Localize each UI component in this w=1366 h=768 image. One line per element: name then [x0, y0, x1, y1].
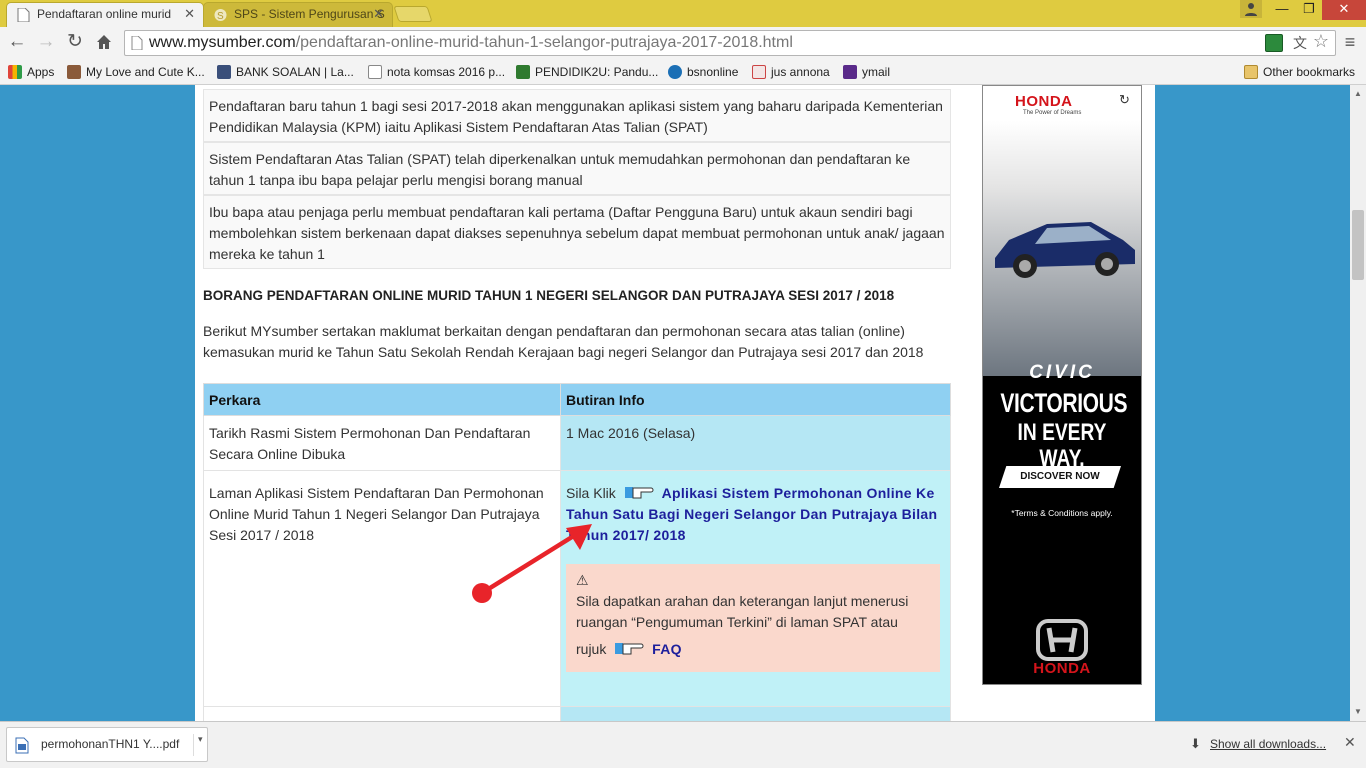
bookmark-item[interactable]: PENDIDIK2U: Pandu... — [516, 64, 658, 80]
close-download-bar-icon[interactable]: ✕ — [1344, 734, 1356, 751]
notice-text: Sila dapatkan arahan dan keterangan lanj… — [576, 593, 909, 630]
table-row: Tarikh Rasmi Sistem Permohonan Dan Penda… — [203, 415, 951, 471]
ad-model: CIVIC — [1029, 362, 1095, 383]
ad-brand-logo: HONDA — [1015, 93, 1073, 110]
page-icon — [368, 65, 382, 79]
page-icon — [131, 36, 143, 50]
ribbon-icon — [752, 65, 766, 79]
bookmark-apps[interactable]: Apps — [8, 64, 54, 80]
download-filename: permohonanTHN1 Y....pdf — [41, 737, 180, 751]
perkara-cell: Tarikh Rasmi Sistem Permohonan Dan Penda… — [203, 415, 561, 471]
info-table: Perkara Butiran Info Tarikh Rasmi Sistem… — [203, 383, 951, 737]
column-header: Butiran Info — [560, 383, 951, 416]
tab-label: SPS - Sistem Pengurusan S — [234, 7, 385, 21]
warning-icon: ⚠ — [576, 572, 589, 588]
menu-icon[interactable]: ≡ — [1342, 33, 1358, 51]
mail-icon — [843, 65, 857, 79]
honda-h-logo-icon — [1036, 619, 1088, 661]
discover-now-button[interactable]: DISCOVER NOW — [999, 466, 1121, 488]
rujuk-text: rujuk — [576, 641, 607, 657]
close-window-button[interactable]: ✕ — [1322, 0, 1366, 20]
table-row: Laman Aplikasi Sistem Pendaftaran Dan Pe… — [203, 470, 951, 707]
download-item[interactable]: permohonanTHN1 Y....pdf ▾ — [6, 727, 208, 762]
download-arrow-icon: ⬇ — [1190, 736, 1201, 751]
svg-text:S: S — [217, 11, 224, 22]
download-bar: permohonanTHN1 Y....pdf ▾ ⬇ Show all dow… — [0, 721, 1366, 768]
browser-toolbar: ← → ↻ www.mysumber.com/pendaftaran-onlin… — [0, 27, 1366, 59]
tab-label: Pendaftaran online murid — [37, 7, 172, 21]
faq-link[interactable]: FAQ — [652, 641, 682, 657]
site-icon — [516, 65, 530, 79]
replay-icon[interactable]: ↻ — [1119, 92, 1130, 108]
back-icon[interactable]: ← — [6, 31, 28, 53]
ad-terms: *Terms & Conditions apply. — [1011, 508, 1113, 518]
address-bar[interactable]: www.mysumber.com/pendaftaran-online-muri… — [124, 30, 1336, 56]
tab-active[interactable]: Pendaftaran online murid ✕ — [6, 2, 204, 27]
ad-tagline: The Power of Dreams — [1023, 110, 1082, 116]
table-header-row: Perkara Butiran Info — [203, 383, 951, 416]
translate-icon[interactable]: 文 — [1293, 33, 1307, 53]
pointing-hand-icon — [624, 487, 654, 499]
info-row: Pendaftaran baru tahun 1 bagi sesi 2017-… — [203, 89, 951, 142]
photo-icon — [67, 65, 81, 79]
bookmark-item[interactable]: nota komsas 2016 p... — [368, 64, 505, 80]
ad-brand-logo: HONDA — [1033, 660, 1091, 677]
minimize-button[interactable]: — — [1268, 0, 1296, 20]
new-tab-button[interactable] — [393, 6, 433, 22]
bookmark-star-icon[interactable]: ☆ — [1313, 31, 1329, 52]
car-image — [995, 222, 1135, 278]
info-cell: Sila Klik Aplikasi Sistem Permohonan Onl… — [560, 470, 951, 707]
browser-titlebar: Pendaftaran online murid ✕ S SPS - Siste… — [0, 0, 1366, 27]
forward-icon[interactable]: → — [35, 31, 57, 53]
other-bookmarks[interactable]: Other bookmarks — [1244, 64, 1355, 80]
url-text[interactable]: www.mysumber.com/pendaftaran-online-muri… — [149, 31, 793, 55]
avatar-icon — [217, 65, 231, 79]
ad-headline: VICTORIOUS — [1000, 388, 1128, 418]
reload-icon[interactable]: ↻ — [64, 31, 86, 53]
scrollbar-thumb[interactable] — [1352, 210, 1364, 280]
home-icon[interactable] — [93, 31, 115, 53]
bookmark-item[interactable]: ymail — [843, 64, 890, 80]
scrollbar[interactable]: ▲ ▼ — [1350, 85, 1366, 721]
notice-box: ⚠ Sila dapatkan arahan dan keterangan la… — [566, 564, 940, 672]
pointing-hand-icon — [615, 643, 644, 655]
ad-headline: IN EVERY WAY. — [1017, 419, 1107, 472]
honda-advertisement[interactable]: HONDA The Power of Dreams ↻ CIVIC VICTOR… — [982, 85, 1142, 685]
extension-icon[interactable] — [1265, 34, 1283, 52]
download-menu-icon[interactable]: ▾ — [193, 734, 203, 756]
scroll-up-icon[interactable]: ▲ — [1354, 89, 1362, 98]
file-icon — [15, 737, 29, 754]
apps-grid-icon — [8, 65, 22, 79]
tab-close-icon[interactable]: ✕ — [373, 3, 384, 25]
bookmark-item[interactable]: My Love and Cute K... — [67, 64, 205, 80]
tab-close-icon[interactable]: ✕ — [184, 3, 195, 25]
show-all-downloads-link[interactable]: Show all downloads... — [1210, 737, 1326, 751]
bookmark-item[interactable]: bsnonline — [668, 64, 738, 80]
bookmark-item[interactable]: BANK SOALAN | La... — [217, 64, 354, 80]
sps-favicon-icon: S — [214, 9, 227, 22]
profile-icon[interactable] — [1240, 0, 1262, 18]
intro-paragraph: Berikut MYsumber sertakan maklumat berka… — [203, 323, 924, 360]
page-icon — [17, 8, 30, 22]
spat-application-link[interactable]: Aplikasi Sistem Permohonan Online Ke Tah… — [566, 485, 937, 543]
bookmarks-bar: Apps My Love and Cute K... BANK SOALAN |… — [0, 59, 1366, 85]
bookmark-item[interactable]: jus annona — [752, 64, 830, 80]
perkara-cell: Laman Aplikasi Sistem Pendaftaran Dan Pe… — [203, 470, 561, 707]
scroll-down-icon[interactable]: ▼ — [1354, 707, 1362, 716]
info-row: Sistem Pendaftaran Atas Talian (SPAT) te… — [203, 142, 951, 195]
tab-inactive[interactable]: S SPS - Sistem Pengurusan S ✕ — [203, 2, 393, 27]
globe-icon — [668, 65, 682, 79]
info-cell: 1 Mac 2016 (Selasa) — [560, 415, 951, 471]
column-header: Perkara — [203, 383, 561, 416]
info-row: Ibu bapa atau penjaga perlu membuat pend… — [203, 195, 951, 269]
restore-button[interactable]: ❐ — [1296, 0, 1322, 20]
folder-icon — [1244, 65, 1258, 79]
sila-klik-text: Sila Klik — [566, 485, 616, 501]
section-heading: BORANG PENDAFTARAN ONLINE MURID TAHUN 1 … — [203, 288, 895, 303]
